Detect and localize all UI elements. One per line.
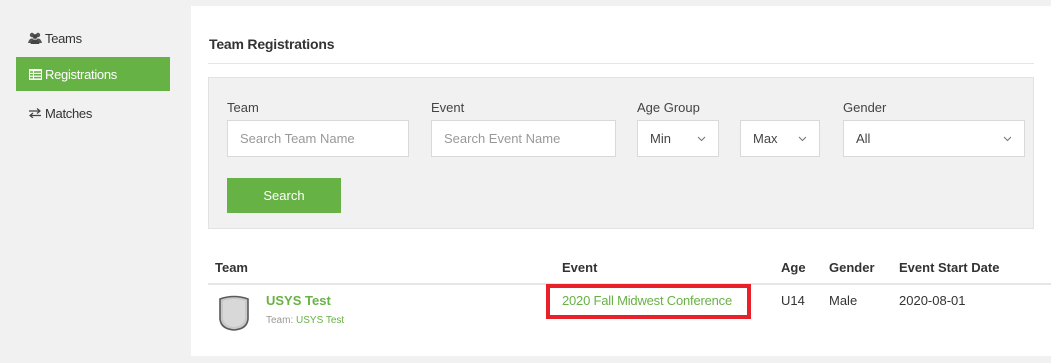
search-button[interactable]: Search [227, 178, 341, 213]
sidebar-item-label: Matches [45, 105, 93, 121]
team-subtitle: Team: USYS Test [266, 315, 344, 326]
team-sub-prefix: Team: [266, 315, 294, 326]
team-shield-icon [219, 295, 249, 331]
column-header-event: Event [562, 260, 598, 275]
age-group-label: Age Group [637, 100, 700, 115]
gender-select[interactable]: All [843, 120, 1025, 157]
sidebar-item-teams[interactable]: Teams [16, 21, 170, 55]
gender-value: All [856, 131, 871, 146]
swap-arrows-icon [28, 107, 42, 119]
event-label: Event [431, 100, 465, 115]
page-title: Team Registrations [209, 36, 335, 52]
filter-form: Team Event Age Group Min Max Gender All … [208, 77, 1034, 229]
column-header-team: Team [215, 260, 248, 275]
gender-cell: Male [829, 293, 858, 308]
column-header-age: Age [781, 260, 806, 275]
title-divider [208, 63, 1034, 64]
highlight-box [546, 284, 751, 319]
team-search-input[interactable] [227, 120, 409, 157]
sidebar-item-label: Registrations [45, 66, 117, 82]
event-search-input[interactable] [431, 120, 616, 157]
age-max-select[interactable]: Max [740, 120, 820, 157]
column-header-gender: Gender [829, 260, 875, 275]
age-cell: U14 [781, 293, 805, 308]
column-header-event-start-date: Event Start Date [899, 260, 1000, 275]
main-panel: Team Registrations Team Event Age Group … [191, 6, 1051, 356]
sidebar-item-matches[interactable]: Matches [16, 96, 170, 130]
chevron-down-icon [1003, 136, 1012, 142]
list-icon [28, 68, 42, 80]
gender-label: Gender [843, 100, 887, 115]
chevron-down-icon [798, 136, 807, 142]
team-label: Team [227, 100, 259, 115]
sidebar-item-registrations[interactable]: Registrations [16, 57, 170, 91]
age-min-value: Min [650, 131, 671, 146]
team-sub-link[interactable]: USYS Test [296, 315, 344, 326]
age-min-select[interactable]: Min [637, 120, 719, 157]
age-max-value: Max [753, 131, 778, 146]
team-name-link[interactable]: USYS Test [266, 293, 331, 308]
chevron-down-icon [697, 136, 706, 142]
users-icon [28, 32, 42, 44]
sidebar-item-label: Teams [45, 30, 82, 46]
event-start-date-cell: 2020-08-01 [899, 293, 966, 308]
sidebar: Teams Registrations Matches [0, 0, 177, 363]
